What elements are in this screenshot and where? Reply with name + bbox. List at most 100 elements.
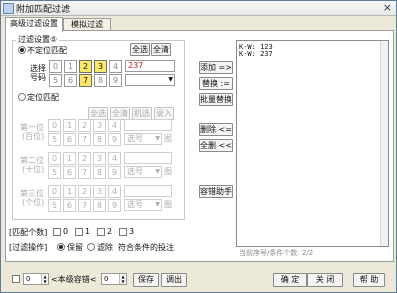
position-digit[interactable]: 8 bbox=[93, 199, 106, 212]
position-dropdown[interactable]: 选号 ▼ bbox=[124, 199, 162, 211]
position-digit[interactable]: 3 bbox=[93, 185, 106, 198]
chevron-down-icon: ▼ bbox=[155, 168, 160, 175]
chevron-down-icon: ▼ bbox=[168, 76, 173, 83]
load-button[interactable]: 调出 bbox=[161, 273, 187, 287]
digit-5[interactable]: 5 bbox=[49, 74, 62, 87]
position-digit[interactable]: 0 bbox=[48, 152, 61, 165]
position-digit[interactable]: 2 bbox=[78, 119, 91, 132]
position-digit[interactable]: 6 bbox=[63, 199, 76, 212]
position-digit[interactable]: 9 bbox=[108, 199, 121, 212]
position-digit[interactable]: 7 bbox=[78, 199, 91, 212]
chart-icon[interactable]: 图 bbox=[164, 166, 172, 177]
match-count-2-checkbox[interactable] bbox=[97, 228, 105, 236]
position-digit[interactable]: 7 bbox=[78, 166, 91, 179]
digit-2[interactable]: 2 bbox=[79, 60, 92, 73]
filter-action-tail: 符合条件的投注 bbox=[118, 243, 174, 252]
tolerance-checkbox[interactable] bbox=[12, 275, 20, 283]
position-digit[interactable]: 9 bbox=[108, 166, 121, 179]
filter-action-label: [过滤操作] bbox=[9, 243, 48, 252]
number-label: 号码 bbox=[30, 73, 46, 82]
match-count-3-label: 3 bbox=[129, 227, 135, 236]
list-scrollbar[interactable] bbox=[380, 41, 388, 246]
replace-button[interactable]: 替换 := bbox=[199, 77, 233, 90]
match-count-3-checkbox[interactable] bbox=[119, 228, 127, 236]
unordered-dropdown[interactable]: ▼ bbox=[125, 74, 175, 86]
position-digit[interactable]: 7 bbox=[78, 133, 91, 146]
position-digit[interactable]: 8 bbox=[93, 166, 106, 179]
fault-tolerance-helper-button[interactable]: 容错助手 bbox=[199, 185, 233, 198]
condition-list[interactable]: K-W: 123 K-W: 237 bbox=[236, 40, 389, 247]
position-digit[interactable]: 9 bbox=[108, 133, 121, 146]
digit-8[interactable]: 8 bbox=[94, 74, 107, 87]
tolerance-min-spinner[interactable]: 0 ▲ ▼ bbox=[23, 273, 49, 285]
chevron-down-icon: ▼ bbox=[155, 135, 160, 142]
unordered-clear-button[interactable]: 全清 bbox=[151, 43, 171, 56]
position-digit[interactable]: 5 bbox=[48, 166, 61, 179]
digit-6[interactable]: 6 bbox=[64, 74, 77, 87]
tolerance-max-spinner[interactable]: 0 ▲ ▼ bbox=[101, 273, 127, 285]
help-button[interactable]: 帮 助 bbox=[353, 273, 385, 287]
position-digit[interactable]: 4 bbox=[108, 152, 121, 165]
unordered-match-label: 不定位匹配 bbox=[27, 46, 67, 55]
tab-advanced-settings[interactable]: 高级过滤设置 bbox=[5, 17, 63, 32]
match-count-0-label: 0 bbox=[63, 227, 69, 236]
position-number-input[interactable] bbox=[124, 152, 172, 164]
position-number-input[interactable] bbox=[124, 119, 172, 131]
position-digit[interactable]: 4 bbox=[108, 119, 121, 132]
unordered-match-radio[interactable] bbox=[18, 46, 26, 54]
position-subtitle: (百位) bbox=[22, 132, 45, 141]
match-count-1-label: 1 bbox=[85, 227, 91, 236]
match-count-1-checkbox[interactable] bbox=[75, 228, 83, 236]
chart-icon[interactable]: 图 bbox=[164, 133, 172, 144]
ok-button[interactable]: 确 定 bbox=[273, 273, 307, 287]
position-digit[interactable]: 1 bbox=[63, 185, 76, 198]
list-item[interactable]: K-W: 237 bbox=[239, 50, 273, 58]
position-digit[interactable]: 3 bbox=[93, 119, 106, 132]
position-dropdown[interactable]: 选号 ▼ bbox=[124, 166, 162, 178]
position-digit[interactable]: 8 bbox=[93, 133, 106, 146]
position-digit[interactable]: 0 bbox=[48, 119, 61, 132]
digit-1[interactable]: 1 bbox=[64, 60, 77, 73]
close-button[interactable]: 关 闭 bbox=[307, 273, 343, 287]
match-count-2-label: 2 bbox=[107, 227, 113, 236]
position-digit[interactable]: 4 bbox=[108, 185, 121, 198]
position-dropdown[interactable]: 选号 ▼ bbox=[124, 133, 162, 145]
digit-0[interactable]: 0 bbox=[49, 60, 62, 73]
unordered-number-input[interactable]: 237 bbox=[125, 60, 175, 72]
digit-9[interactable]: 9 bbox=[109, 74, 122, 87]
filter-out-radio[interactable] bbox=[87, 243, 95, 251]
add-button[interactable]: 添加 => bbox=[199, 61, 233, 74]
digit-3[interactable]: 3 bbox=[94, 60, 107, 73]
positional-match-radio[interactable] bbox=[18, 93, 26, 101]
delete-all-button[interactable]: 全删 << bbox=[199, 139, 233, 152]
positional-match-label: 定位匹配 bbox=[27, 93, 59, 102]
digit-7[interactable]: 7 bbox=[79, 74, 92, 87]
delete-button[interactable]: 删除 <= bbox=[199, 123, 233, 136]
position-digit[interactable]: 6 bbox=[63, 133, 76, 146]
unordered-selectall-button[interactable]: 全选 bbox=[130, 43, 150, 56]
title-bar: 附加匹配过滤 × bbox=[1, 1, 396, 16]
position-digit[interactable]: 0 bbox=[48, 185, 61, 198]
position-digit[interactable]: 5 bbox=[48, 133, 61, 146]
position-digit[interactable]: 1 bbox=[63, 119, 76, 132]
keep-label: 保留 bbox=[67, 243, 83, 252]
position-digit[interactable]: 2 bbox=[78, 152, 91, 165]
filter-settings-title: 过滤设置⑤ bbox=[16, 34, 60, 45]
app-icon bbox=[3, 3, 14, 14]
chart-icon[interactable]: 图 bbox=[164, 199, 172, 210]
digit-4[interactable]: 4 bbox=[109, 60, 122, 73]
position-number-input[interactable] bbox=[124, 185, 172, 197]
batch-replace-button[interactable]: 批量替换 bbox=[199, 93, 233, 106]
dialog-window: 附加匹配过滤 × 高级过滤设置 模拟过滤 过滤设置⑤ 不定位匹配 全选 全清 选… bbox=[0, 0, 397, 293]
position-digit[interactable]: 2 bbox=[78, 185, 91, 198]
position-subtitle: (个位) bbox=[22, 198, 45, 207]
position-digit[interactable]: 3 bbox=[93, 152, 106, 165]
position-digit[interactable]: 1 bbox=[63, 152, 76, 165]
save-button[interactable]: 保存 bbox=[133, 273, 159, 287]
position-digit[interactable]: 6 bbox=[63, 166, 76, 179]
match-count-0-checkbox[interactable] bbox=[53, 228, 61, 236]
close-icon[interactable]: × bbox=[383, 1, 392, 14]
position-digit[interactable]: 5 bbox=[48, 199, 61, 212]
position-subtitle: (十位) bbox=[22, 165, 45, 174]
keep-radio[interactable] bbox=[57, 243, 65, 251]
